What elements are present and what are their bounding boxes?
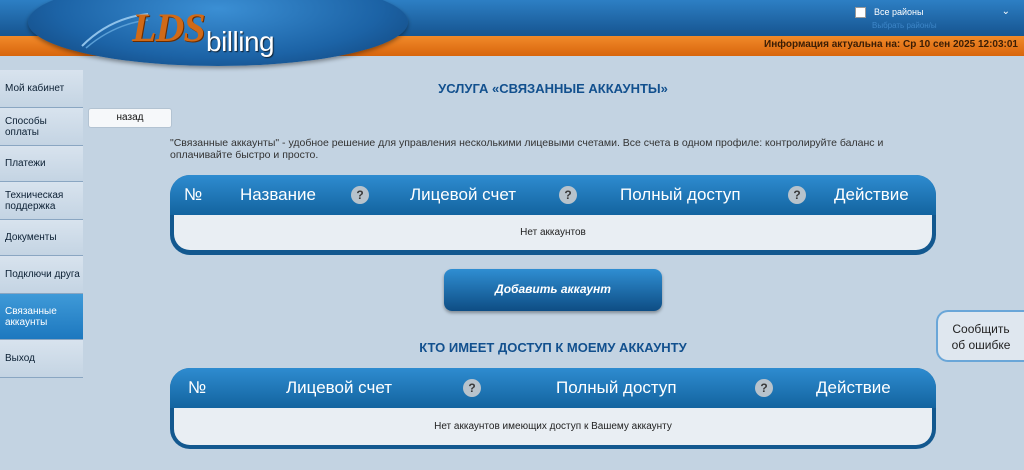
sidebar-item-label: Техническая поддержка bbox=[5, 189, 64, 212]
sidebar: Мой кабинет Способы оплаты Платежи Техни… bbox=[0, 70, 83, 470]
table-header: № Лицевой счет ? Полный доступ ? Действи… bbox=[170, 368, 936, 408]
service-description: "Связанные аккаунты" - удобное решение д… bbox=[170, 137, 884, 161]
linked-accounts-table: № Название ? Лицевой счет ? Полный досту… bbox=[170, 175, 936, 255]
info-timestamp: Информация актуальна на: Ср 10 сен 2025 … bbox=[764, 39, 1018, 50]
col-account: Лицевой счет bbox=[286, 378, 393, 397]
access-section-title: КТО ИМЕЕТ ДОСТУП К МОЕМУ АККАУНТУ bbox=[419, 340, 687, 355]
col-action: Действие bbox=[834, 185, 909, 204]
sidebar-item-documents[interactable]: Документы bbox=[0, 220, 83, 256]
col-full-access: Полный доступ bbox=[620, 185, 741, 204]
help-icon[interactable]: ? bbox=[463, 379, 481, 397]
help-icon[interactable]: ? bbox=[788, 186, 806, 204]
regions-sublink[interactable]: Выбрать район/ы bbox=[872, 21, 937, 30]
add-account-button[interactable]: Добавить аккаунт bbox=[444, 269, 662, 311]
col-account: Лицевой счет bbox=[410, 185, 517, 204]
report-error-button[interactable]: Сообщить об ошибке bbox=[936, 310, 1024, 362]
logo-lds[interactable]: LDS bbox=[132, 4, 206, 51]
regions-select[interactable]: Все районы ⌄ bbox=[852, 4, 1014, 22]
empty-message: Нет аккаунтов bbox=[174, 215, 932, 250]
sidebar-item-support[interactable]: Техническая поддержка bbox=[0, 182, 83, 220]
chevron-down-icon[interactable]: ⌄ bbox=[1002, 6, 1010, 17]
col-action: Действие bbox=[816, 378, 891, 397]
col-number: № bbox=[188, 378, 207, 397]
sidebar-item-label: Связанные аккаунты bbox=[5, 305, 57, 328]
sidebar-item-label: Документы bbox=[5, 232, 57, 243]
sidebar-item-cabinet[interactable]: Мой кабинет bbox=[0, 70, 83, 108]
col-number: № bbox=[184, 185, 203, 204]
regions-label: Все районы bbox=[874, 7, 924, 17]
access-table: № Лицевой счет ? Полный доступ ? Действи… bbox=[170, 368, 936, 449]
sidebar-item-invite-friend[interactable]: Подключи друга bbox=[0, 256, 83, 294]
sidebar-item-label: Мой кабинет bbox=[5, 83, 65, 94]
sidebar-item-label: Способы оплаты bbox=[5, 115, 47, 138]
help-icon[interactable]: ? bbox=[351, 186, 369, 204]
sidebar-item-logout[interactable]: Выход bbox=[0, 340, 83, 378]
sidebar-item-linked-accounts[interactable]: Связанные аккаунты bbox=[0, 294, 83, 340]
report-line-1: Сообщить bbox=[952, 322, 1010, 336]
report-line-2: об ошибке bbox=[951, 338, 1011, 352]
col-name: Название bbox=[240, 185, 316, 204]
sidebar-item-label: Выход bbox=[5, 353, 35, 364]
sidebar-item-payment-methods[interactable]: Способы оплаты bbox=[0, 108, 83, 146]
regions-checkbox[interactable] bbox=[855, 7, 866, 18]
empty-message: Нет аккаунтов имеющих доступ к Вашему ак… bbox=[174, 408, 932, 445]
back-button[interactable]: назад bbox=[88, 108, 172, 128]
logo-billing[interactable]: billing bbox=[206, 26, 275, 58]
sidebar-item-payments[interactable]: Платежи bbox=[0, 146, 83, 182]
help-icon[interactable]: ? bbox=[755, 379, 773, 397]
page-title: УСЛУГА «СВЯЗАННЫЕ АККАУНТЫ» bbox=[438, 81, 668, 96]
sidebar-item-label: Платежи bbox=[5, 158, 46, 169]
help-icon[interactable]: ? bbox=[559, 186, 577, 204]
sidebar-item-label: Подключи друга bbox=[5, 269, 80, 280]
table-header: № Название ? Лицевой счет ? Полный досту… bbox=[170, 175, 936, 215]
col-full-access: Полный доступ bbox=[556, 378, 677, 397]
